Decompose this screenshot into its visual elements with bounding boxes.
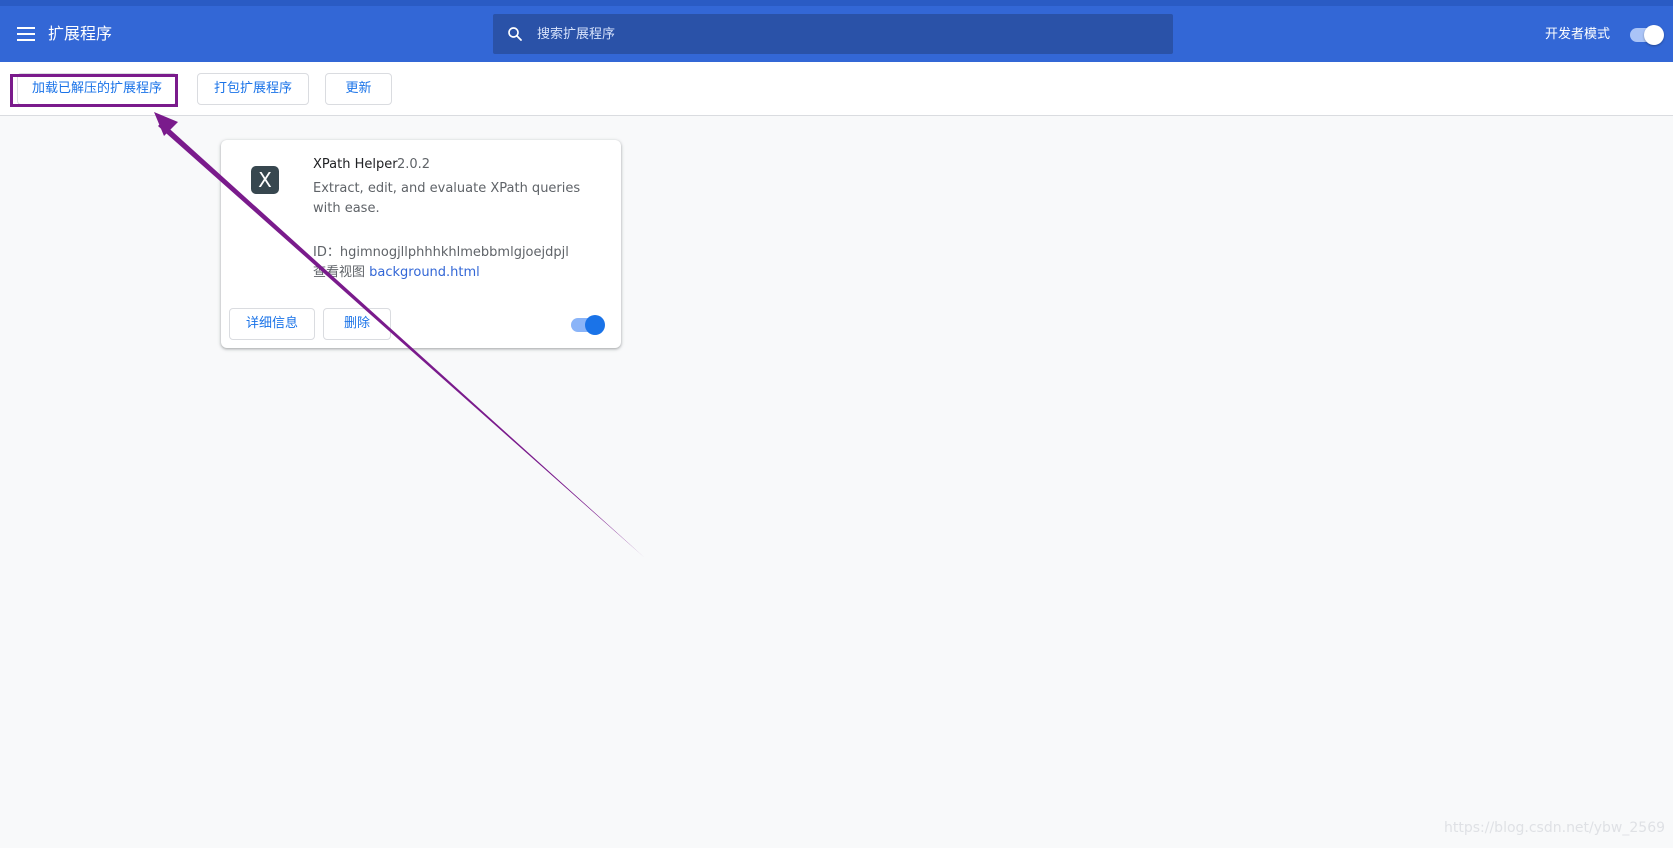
xpath-helper-icon: X [251, 166, 279, 194]
search-box[interactable] [493, 14, 1173, 54]
hamburger-menu-icon[interactable] [17, 26, 37, 42]
top-bar: 扩展程序 开发者模式 [0, 0, 1673, 62]
extension-version: 2.0.2 [397, 157, 431, 172]
extension-id-row: ID：hgimnogjllphhhkhlmebbmlgjoejdpjl [313, 245, 569, 261]
annotation-arrow [154, 112, 645, 558]
extension-description: Extract, edit, and evaluate XPath querie… [313, 181, 581, 216]
extension-views-row: 查看视图 background.html [313, 265, 480, 281]
load-unpacked-button[interactable]: 加载已解压的扩展程序 [17, 73, 177, 105]
page-title: 扩展程序 [48, 24, 113, 43]
details-button[interactable]: 详细信息 [229, 308, 315, 340]
update-button[interactable]: 更新 [325, 73, 392, 105]
inspect-views-label: 查看视图 [313, 265, 366, 280]
search-input[interactable] [537, 14, 1157, 54]
watermark-text: https://blog.csdn.net/ybw_2569 [1444, 820, 1666, 836]
extension-card: X XPath Helper 2.0.2 Extract, edit, and … [221, 140, 621, 348]
pack-extension-button[interactable]: 打包扩展程序 [197, 73, 309, 105]
toggle-knob [1644, 25, 1664, 45]
extension-enable-toggle[interactable] [571, 315, 605, 335]
toolbar: 加载已解压的扩展程序 打包扩展程序 更新 [0, 62, 1673, 116]
background-page-link[interactable]: background.html [369, 265, 480, 280]
extension-id: hgimnogjllphhhkhlmebbmlgjoejdpjl [339, 245, 569, 260]
remove-button[interactable]: 删除 [323, 308, 391, 340]
developer-mode-label: 开发者模式 [1545, 27, 1611, 42]
extension-id-label: ID： [313, 245, 340, 260]
developer-mode-toggle[interactable] [1630, 25, 1664, 45]
search-icon [508, 27, 522, 41]
toggle-knob [585, 315, 605, 335]
extension-name: XPath Helper [313, 157, 398, 172]
